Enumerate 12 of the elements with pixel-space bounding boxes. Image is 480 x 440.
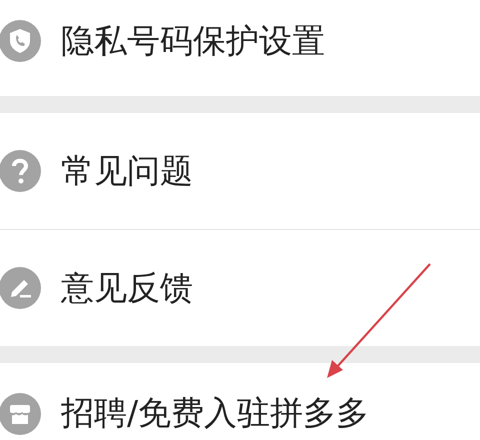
row-label: 隐私号码保护设置: [61, 21, 325, 61]
row-label: 常见问题: [61, 151, 193, 191]
settings-row[interactable]: 隐私号码保护设置: [0, 0, 480, 96]
row-label: 招聘/免费入驻拼多多: [61, 393, 370, 433]
settings-row[interactable]: 招聘/免费入驻拼多多: [0, 363, 480, 437]
settings-row[interactable]: 常见问题: [0, 113, 480, 229]
settings-row[interactable]: 意见反馈: [0, 230, 480, 346]
shield-phone-icon: [0, 20, 41, 62]
pencil-icon: [0, 267, 41, 309]
store-icon: [0, 393, 41, 435]
question-icon: [0, 150, 41, 192]
row-label: 意见反馈: [61, 268, 193, 308]
